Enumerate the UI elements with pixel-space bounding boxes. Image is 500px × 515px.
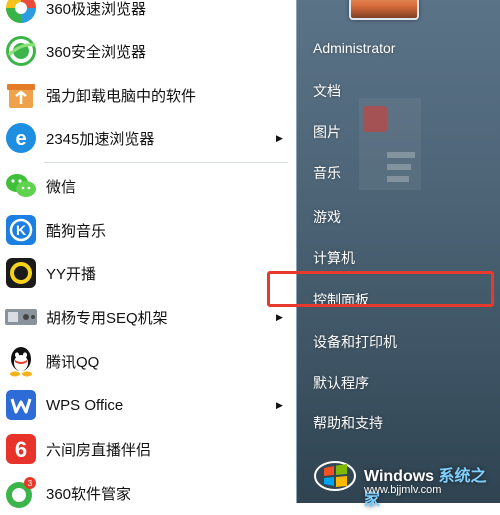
360-software-manager-icon: 3 [4, 476, 38, 510]
watermark-url: www.bjjmlv.com [364, 484, 442, 496]
program-item-tencent-qq[interactable]: 腾讯QQ [0, 339, 296, 383]
right-item-documents[interactable]: 文档 [313, 81, 341, 101]
right-item-devices-printers[interactable]: 设备和打印机 [313, 332, 397, 352]
program-label: 胡杨专用SEQ机架 [46, 309, 168, 327]
windows-logo-icon [314, 461, 356, 491]
liujianfang-icon: 6 [4, 432, 38, 466]
program-label: 360安全浏览器 [46, 43, 147, 61]
submenu-arrow-icon: ▶ [276, 132, 283, 143]
svg-text:e: e [15, 128, 26, 150]
separator [44, 162, 288, 163]
start-menu-programs-pane: 360极速浏览器 360安全浏览器 强力卸载电脑中的软件 e 2345加速浏览器… [0, 0, 296, 508]
svg-text:6: 6 [15, 437, 27, 462]
user-avatar[interactable] [349, 0, 419, 20]
program-item-uninstaller[interactable]: 强力卸载电脑中的软件 [0, 73, 296, 117]
program-label: 360软件管家 [46, 485, 132, 503]
right-item-help-support[interactable]: 帮助和支持 [313, 413, 383, 433]
right-item-default-programs[interactable]: 默认程序 [313, 373, 369, 393]
2345-browser-icon: e [4, 121, 38, 155]
highlight-box [267, 271, 494, 307]
right-item-administrator[interactable]: Administrator [313, 40, 395, 56]
program-item-wps-office[interactable]: WPS Office ▶ [0, 383, 296, 427]
program-item-kugou-music[interactable]: K 酷狗音乐 [0, 208, 296, 252]
start-menu-right-pane: Administrator 文档 图片 音乐 游戏 计算机 控制面板 设备和打印… [296, 0, 500, 503]
program-label: 腾讯QQ [46, 353, 100, 371]
program-label: 2345加速浏览器 [46, 130, 155, 148]
seq-rack-icon [4, 300, 38, 334]
program-item-seq-rack[interactable]: 胡杨专用SEQ机架 ▶ [0, 295, 296, 339]
right-item-games[interactable]: 游戏 [313, 207, 341, 227]
wps-office-icon [4, 388, 38, 422]
program-item-360-speed-browser[interactable]: 360极速浏览器 [0, 0, 296, 30]
program-label: 强力卸载电脑中的软件 [46, 87, 197, 105]
360-safe-browser-icon [4, 34, 38, 68]
submenu-arrow-icon: ▶ [276, 399, 283, 410]
program-item-wechat[interactable]: 微信 [0, 164, 296, 208]
program-label: 六间房直播伴侣 [46, 441, 152, 459]
wechat-icon [4, 169, 38, 203]
right-item-music[interactable]: 音乐 [313, 163, 341, 183]
program-label: 酷狗音乐 [46, 222, 107, 240]
program-item-2345-browser[interactable]: e 2345加速浏览器 ▶ [0, 116, 296, 160]
submenu-arrow-icon: ▶ [276, 311, 283, 322]
kugou-music-icon: K [4, 213, 38, 247]
program-label: 360极速浏览器 [46, 0, 147, 18]
background-shadow [359, 98, 421, 190]
qq-penguin-icon [4, 344, 38, 378]
right-item-pictures[interactable]: 图片 [313, 122, 341, 142]
yy-live-icon [4, 256, 38, 290]
360-speed-browser-icon [4, 0, 38, 25]
program-label: YY开播 [46, 265, 97, 283]
uninstaller-icon [4, 78, 38, 112]
program-item-360-safe-browser[interactable]: 360安全浏览器 [0, 29, 296, 73]
program-item-360-software-manager[interactable]: 3 360软件管家 [0, 471, 296, 515]
program-label: 微信 [46, 178, 77, 196]
program-label: WPS Office [46, 396, 124, 414]
watermark: Windows 系统之家 www.bjjmlv.com [300, 446, 500, 509]
right-item-computer[interactable]: 计算机 [313, 248, 355, 268]
watermark-brand-en: Windows [364, 468, 435, 485]
svg-text:3: 3 [28, 479, 33, 488]
program-item-liujianfang[interactable]: 6 六间房直播伴侣 [0, 427, 296, 471]
svg-text:K: K [16, 222, 26, 238]
program-item-yy-live[interactable]: YY开播 [0, 251, 296, 295]
